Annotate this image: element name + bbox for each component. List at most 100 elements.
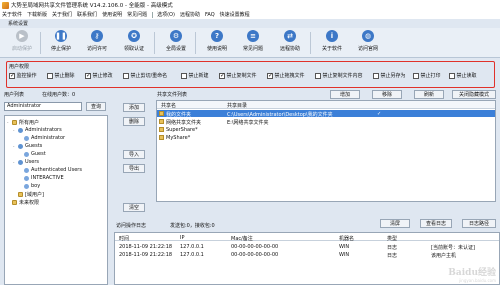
clear-screen-button[interactable]: 清屏 xyxy=(380,219,410,228)
tree-node-administrator[interactable]: Administrator xyxy=(24,135,65,141)
user-icon xyxy=(24,175,29,181)
visit-website-label: 访问官网 xyxy=(357,46,378,52)
log-extra: [当前账号：未认证] xyxy=(431,245,475,251)
folder-icon xyxy=(12,200,17,205)
perm-label: 禁止读取 xyxy=(456,73,477,79)
log-row[interactable]: 2018-11-09 21:22:18 127.0.0.1 00-00-00-0… xyxy=(115,244,499,251)
access-permit-button[interactable]: ⚷ 访问许可 xyxy=(81,28,113,58)
close-hidden-mode-button[interactable]: 关闭隐藏模式 xyxy=(452,90,496,99)
visit-website-button[interactable]: ◍ 访问官网 xyxy=(352,28,384,58)
perm-no-print-checkbox[interactable]: 禁止打印 xyxy=(413,72,449,79)
tree-label: Users xyxy=(25,159,40,165)
faq-button[interactable]: ≡ 常见问题 xyxy=(237,28,269,58)
user-icon xyxy=(24,135,29,141)
tree-node-interactive[interactable]: INTERACTIVE xyxy=(24,175,64,181)
perm-no-modify-checkbox[interactable]: 禁止修改 xyxy=(85,72,123,79)
menu-about[interactable]: 关于软件 xyxy=(2,11,22,18)
menu-manual[interactable]: 使用说明 xyxy=(102,11,122,18)
log-type: 日志 xyxy=(387,253,398,259)
user-search-input[interactable]: Administrator xyxy=(4,102,82,111)
log-path-button[interactable]: 日志路径 xyxy=(462,219,496,228)
global-settings-label: 全局设置 xyxy=(165,46,186,52)
menu-about-us[interactable]: 关于我们 xyxy=(52,11,72,18)
tree-node-users[interactable]: - Users xyxy=(13,159,39,165)
menu-quick-setup[interactable]: 快速设置教程 xyxy=(220,11,250,18)
menu-remote[interactable]: 远程协助 xyxy=(180,11,200,18)
menu-options[interactable]: 选项(O) xyxy=(157,11,175,18)
share-path: C:\Users\Administrator\Desktop\我的文件夹 xyxy=(227,112,333,118)
menu-separator xyxy=(152,11,154,18)
collapse-icon[interactable]: - xyxy=(13,160,17,165)
share-row[interactable]: 我的文件夹 C:\Users\Administrator\Desktop\我的文… xyxy=(157,110,495,118)
log-extra: 该用户主机 xyxy=(431,253,457,259)
group-icon xyxy=(18,127,23,133)
collapse-icon[interactable]: - xyxy=(13,144,17,149)
key-icon: ⚷ xyxy=(91,30,103,42)
perm-no-cut-rename-checkbox[interactable]: 禁止剪切/重命名 xyxy=(123,72,181,79)
log-mac: 00-00-00-00-00-00 xyxy=(231,252,279,258)
remote-assist-button[interactable]: ⇄ 远程协助 xyxy=(274,28,306,58)
certify-button[interactable]: ✪ 领取认证 xyxy=(118,28,150,58)
export-button[interactable]: 导出 xyxy=(123,164,145,173)
about-software-button[interactable]: i 关于软件 xyxy=(316,28,348,58)
stop-protect-button[interactable]: ❚❚ 停止保护 xyxy=(45,28,77,58)
add-share-button[interactable]: 增加 xyxy=(330,90,360,99)
log-row[interactable]: 2018-11-09 21:22:18 127.0.0.1 00-00-00-0… xyxy=(115,252,499,259)
folder-icon xyxy=(159,119,164,124)
log-host: WIN xyxy=(339,252,350,258)
perm-no-copy-content-checkbox[interactable]: 禁止复制文件内容 xyxy=(315,72,373,79)
perm-label: 禁止剪切/重命名 xyxy=(130,73,168,79)
tree-node-boy[interactable]: boy xyxy=(24,183,40,189)
import-button[interactable]: 导入 xyxy=(123,150,145,159)
menu-faq-cn[interactable]: 常见问题 xyxy=(127,11,147,18)
menu-faq[interactable]: FAQ xyxy=(205,12,215,18)
collapse-icon[interactable]: - xyxy=(7,120,11,125)
refresh-button[interactable]: 刷新 xyxy=(414,90,444,99)
start-protect-button[interactable]: ▶ 启动保护 xyxy=(6,28,38,58)
query-button[interactable]: 查询 xyxy=(86,102,106,111)
manual-button[interactable]: ? 使用说明 xyxy=(201,28,233,58)
perm-label: 禁止拖拽文件 xyxy=(274,73,305,79)
tree-node-future-permissions[interactable]: 未来权限 xyxy=(12,199,39,206)
tree-node-guests[interactable]: - Guests xyxy=(13,143,42,149)
perm-monitor-checkbox[interactable]: 监控操作 xyxy=(9,72,47,79)
tree-node-administrators[interactable]: - Administrators xyxy=(13,127,62,133)
log-host: WIN xyxy=(339,244,350,250)
delete-button[interactable]: 删除 xyxy=(123,117,145,126)
column-mac: Mac/备注 xyxy=(231,236,253,242)
menu-download[interactable]: 下载新版 xyxy=(27,11,47,18)
share-row[interactable]: 网络共享文件夹 E:\网络共享文件夹 xyxy=(157,118,495,126)
add-button[interactable]: 添加 xyxy=(123,103,145,112)
share-row[interactable]: MyShare* xyxy=(157,134,495,141)
global-settings-button[interactable]: ⚙ 全局设置 xyxy=(160,28,192,58)
view-log-button[interactable]: 查看日志 xyxy=(420,219,452,228)
checkbox-checked-icon xyxy=(9,72,15,79)
perm-label: 禁止新建 xyxy=(188,73,209,79)
tree-node-guest[interactable]: Guest xyxy=(24,151,46,157)
share-name: 我的文件夹 xyxy=(166,112,192,118)
remove-share-button[interactable]: 移除 xyxy=(372,90,402,99)
perm-no-drag-checkbox[interactable]: 禁止拖拽文件 xyxy=(267,72,315,79)
menu-contact[interactable]: 联系我们 xyxy=(77,11,97,18)
tree-label: 未来权限 xyxy=(19,200,40,206)
tree-node-all-users[interactable]: - 所有用户 xyxy=(7,119,39,126)
about-software-label: 关于软件 xyxy=(321,46,342,52)
certify-label: 领取认证 xyxy=(123,46,144,52)
tree-node-authenticated-users[interactable]: Authenticated Users xyxy=(24,167,82,173)
folder-icon xyxy=(159,127,164,132)
collapse-icon[interactable]: - xyxy=(13,128,17,133)
clear-button[interactable]: 清空 xyxy=(123,203,145,212)
perm-no-save-as-checkbox[interactable]: 禁止另存为 xyxy=(373,72,413,79)
checkbox-empty-icon xyxy=(373,72,379,79)
perm-no-read-checkbox[interactable]: 禁止读取 xyxy=(449,72,485,79)
share-table-header: 共享名 共享目录 xyxy=(157,101,495,109)
column-share-dir: 共享目录 xyxy=(227,103,248,109)
perm-no-create-checkbox[interactable]: 禁止新建 xyxy=(181,72,219,79)
share-row[interactable]: SuperShare* xyxy=(157,126,495,133)
perm-no-delete-checkbox[interactable]: 禁止删除 xyxy=(47,72,85,79)
checkbox-empty-icon xyxy=(181,72,187,79)
question-icon: ≡ xyxy=(247,30,259,42)
pause-icon: ❚❚ xyxy=(55,30,67,42)
tree-node-domain-users[interactable]: [域用户] xyxy=(18,191,44,198)
perm-no-copy-file-checkbox[interactable]: 禁止复制文件 xyxy=(219,72,267,79)
